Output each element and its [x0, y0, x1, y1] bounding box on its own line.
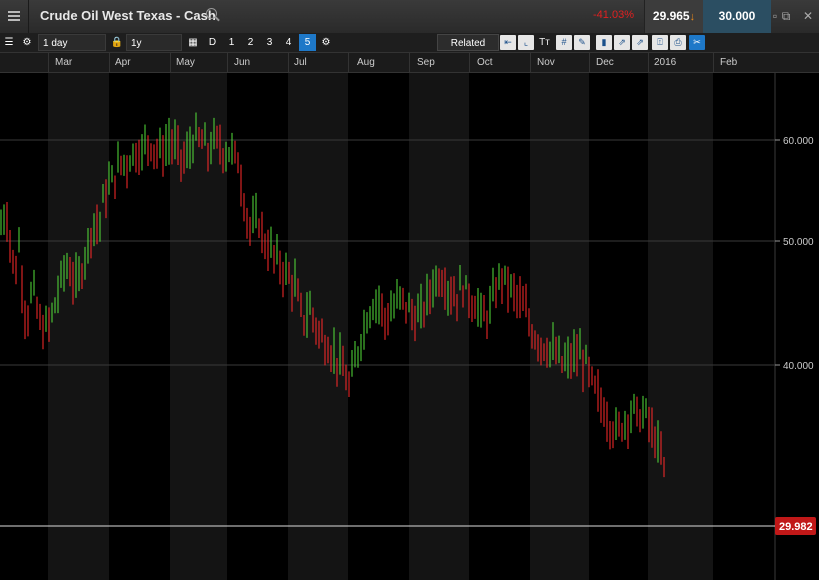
- month-label: Feb: [720, 57, 738, 68]
- month-axis: Mar Apr May Jun Jul Aug Sep Oct Nov Dec …: [0, 53, 819, 73]
- title-bar: Crude Oil West Texas - Cash -41.03% 29.9…: [0, 0, 819, 34]
- month-label: Dec: [596, 57, 614, 68]
- month-label: Jul: [294, 57, 307, 68]
- grid-icon[interactable]: #: [556, 35, 572, 50]
- search-icon[interactable]: [206, 8, 217, 19]
- month-band: [170, 73, 227, 580]
- y-tick-label: 40.000: [783, 361, 814, 372]
- period-4[interactable]: 4: [280, 34, 297, 51]
- menu-icon[interactable]: [0, 0, 29, 33]
- period-2[interactable]: 2: [242, 34, 259, 51]
- lock-icon[interactable]: 🔒: [110, 34, 124, 51]
- month-label: Oct: [477, 57, 493, 68]
- month-label: Jun: [234, 57, 251, 68]
- close-icon[interactable]: ✕: [797, 0, 819, 33]
- arrow-down-icon: ↓: [689, 11, 696, 23]
- alert-icon[interactable]: ⍐: [652, 35, 668, 50]
- draw-tool-icon[interactable]: ✎: [574, 35, 590, 50]
- y-tick-label: 60.000: [783, 136, 814, 147]
- month-label: May: [176, 57, 195, 68]
- chart-toolbar: ☰ ⚙ 1 day 🔒 1y ▦ D 1 2 3 4 5 ⚙ Related ⇤…: [0, 33, 819, 53]
- month-band: [288, 73, 348, 580]
- settings-gear-icon[interactable]: ⚙: [318, 34, 334, 51]
- instrument-title: Crude Oil West Texas - Cash: [40, 8, 216, 23]
- percent-change: -41.03%: [593, 9, 634, 21]
- range-select[interactable]: 1y: [126, 34, 182, 51]
- month-band: [409, 73, 469, 580]
- candle-icon[interactable]: ▮: [596, 35, 612, 50]
- month-band: [530, 73, 589, 580]
- month-label: Apr: [115, 57, 131, 68]
- tools-icon[interactable]: ✂: [689, 35, 705, 50]
- compare-icon[interactable]: ⇗: [614, 35, 630, 50]
- month-label: Sep: [417, 57, 435, 68]
- back-to-latest-icon[interactable]: ⇤: [500, 35, 516, 50]
- month-band: [648, 73, 713, 580]
- period-3[interactable]: 3: [261, 34, 278, 51]
- list-icon[interactable]: ☰: [2, 34, 16, 51]
- period-d[interactable]: D: [204, 34, 221, 51]
- sell-price: 30.000: [718, 9, 756, 23]
- buy-price: 29.965: [652, 9, 690, 23]
- buy-price-button[interactable]: 29.965↓: [644, 0, 703, 33]
- text-tool-icon[interactable]: Tт: [536, 34, 553, 51]
- line-chart-icon[interactable]: ⌞: [518, 35, 534, 50]
- related-button[interactable]: Related: [437, 34, 499, 51]
- calendar-icon[interactable]: ▦: [186, 34, 200, 51]
- gear-icon[interactable]: ⚙: [20, 34, 34, 51]
- y-tick-label: 50.000: [783, 237, 814, 248]
- month-label: Aug: [357, 57, 375, 68]
- month-label: Nov: [537, 57, 555, 68]
- popout-icon[interactable]: ⧉: [775, 0, 797, 33]
- month-band: [48, 73, 109, 580]
- month-label: Mar: [55, 57, 73, 68]
- print-icon[interactable]: ⎙: [670, 35, 686, 50]
- indicator-icon[interactable]: ⇗: [632, 35, 648, 50]
- price-chart[interactable]: 60.000 50.000 40.000 29.982: [0, 73, 819, 580]
- month-label: 2016: [654, 57, 677, 68]
- sell-price-button[interactable]: 30.000: [703, 0, 771, 33]
- current-price-label: 29.982: [779, 521, 813, 533]
- interval-select[interactable]: 1 day: [38, 34, 106, 51]
- period-5[interactable]: 5: [299, 34, 316, 51]
- period-1[interactable]: 1: [223, 34, 240, 51]
